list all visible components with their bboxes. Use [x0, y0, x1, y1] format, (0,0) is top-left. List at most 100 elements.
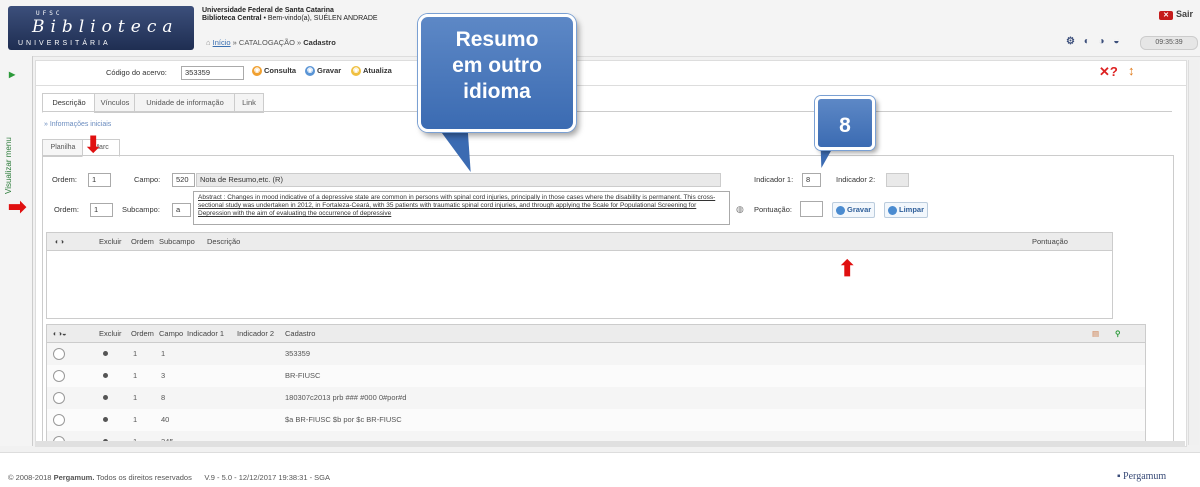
search-icon[interactable]: ⚲ [1115, 325, 1121, 342]
info-icon: ◍ [736, 204, 744, 214]
row-select-radio[interactable] [53, 370, 65, 382]
pontuacao-input[interactable] [800, 201, 823, 217]
cell-cadastro: $a BR-FIUSC $b por $c BR-FIUSC [285, 415, 402, 424]
cell-campo: 3 [161, 371, 166, 380]
header-tool-icons[interactable]: ⚙ ◐ ◑ ◒ [1066, 36, 1122, 47]
delete-row-icon[interactable] [103, 373, 108, 378]
indicador1-input[interactable]: 8 [802, 173, 821, 187]
cell-cadastro: BR-FIUSC [285, 371, 321, 380]
cell-ordem: 1 [133, 393, 138, 402]
breadcrumb-home-link[interactable]: Início [213, 38, 231, 47]
clear-icon [888, 205, 897, 215]
pontuacao-label: Pontuação: [754, 205, 792, 214]
table-row[interactable]: 1 40 $a BR-FIUSC $b por $c BR-FIUSC [47, 409, 1145, 432]
search-icon: ◉ [252, 66, 262, 77]
grid-nav-icons[interactable]: ◐◑◒ [53, 325, 67, 342]
col-indicador1: Indicador 1 [187, 329, 225, 338]
expand-arrow-icon[interactable]: ▶ [9, 70, 15, 79]
acervo-code-input[interactable]: 353359 [181, 66, 244, 80]
atualizar-button[interactable]: ◉ Atualiza [351, 66, 392, 77]
abstract-textarea[interactable]: Abstract : Changes in mood indicative of… [193, 191, 730, 225]
red-up-arrow-icon: ⬆ [838, 256, 857, 281]
export-icon[interactable]: ▤ [1092, 325, 1099, 342]
col-excluir: Excluir [99, 329, 122, 338]
footer-copyright: © 2008-2018 Pergamum. Todos os direitos … [8, 473, 330, 482]
refresh-icon: ◉ [351, 66, 361, 77]
tab-descricao[interactable]: Descrição [42, 93, 96, 113]
consulta-button[interactable]: ◉ Consulta [252, 66, 296, 77]
table-row[interactable]: 1 3 BR-FIUSC [47, 365, 1145, 388]
col-ordem: Ordem [131, 237, 154, 246]
vertical-scrollbar[interactable] [1188, 60, 1199, 445]
home-icon: ⌂ [206, 38, 211, 47]
delete-row-icon[interactable] [103, 351, 108, 356]
tab-vinculos[interactable]: Vínculos [94, 93, 136, 113]
red-right-arrow-icon: ➡ [8, 194, 27, 219]
library-name: Biblioteca Central [202, 15, 262, 22]
close-record-icon[interactable]: ✕? [1099, 64, 1118, 80]
logout-button[interactable]: ✕ Sair [1159, 9, 1193, 20]
limpar-label: Limpar [899, 205, 925, 214]
tab-link[interactable]: Link [234, 93, 264, 113]
logout-label: Sair [1176, 9, 1194, 19]
left-menu-strip: ▶ Visualizar menu [0, 56, 33, 446]
table-row[interactable]: 1 1 353359 [47, 343, 1145, 366]
subcampo-label: Subcampo: [122, 205, 160, 214]
section-toggle[interactable]: » Informações iniciais [44, 121, 111, 128]
ordem2-label: Ordem: [54, 205, 80, 214]
breadcrumb: ⌂ Início » CATALOGAÇÃO » Cadastro [206, 38, 336, 47]
limpar-button[interactable]: Limpar [884, 202, 929, 218]
indicador1-label: Indicador 1: [754, 175, 794, 184]
university-name: Universidade Federal de Santa Catarina B… [202, 7, 378, 23]
tab-unidade-informacao[interactable]: Unidade de informação [134, 93, 236, 113]
sort-updown-icon[interactable]: ↕ [1128, 63, 1135, 78]
copyright-year: © 2008-2018 [8, 473, 52, 482]
subfield-grid-header: ◐◑ Excluir Ordem Subcampo Descrição Pont… [47, 233, 1112, 251]
gravar-subfield-button[interactable]: Gravar [832, 202, 876, 218]
col-descricao: Descrição [207, 237, 241, 246]
table-row[interactable]: 1 8 180307c2013 prb ### #000 0#por#d [47, 387, 1145, 410]
pergamum-icon: ▪ [1117, 471, 1121, 482]
indicador2-input[interactable] [886, 173, 909, 187]
pergamum-logo: ▪ Pergamum [1117, 471, 1166, 482]
callout-line-2: em outro [452, 54, 542, 77]
session-clock: 09:35:39 [1140, 36, 1198, 50]
grid-nav-icons[interactable]: ◐◑ [55, 233, 64, 250]
horizontal-scrollbar[interactable] [35, 441, 1185, 447]
cell-campo: 1 [161, 349, 166, 358]
gravar-record-button[interactable]: ◉ Gravar [305, 66, 341, 77]
col-indicador2: Indicador 2 [237, 329, 275, 338]
ordem2-input[interactable]: 1 [90, 203, 113, 217]
row-select-radio[interactable] [53, 348, 65, 360]
col-ordem: Ordem [131, 329, 154, 338]
row-select-radio[interactable] [53, 392, 65, 404]
campo-description: Nota de Resumo,etc. (R) [196, 173, 721, 187]
campo-input[interactable]: 520 [172, 173, 195, 187]
cell-cadastro: 353359 [285, 349, 311, 358]
logo-bottom-text: UNIVERSITÁRIA [18, 40, 111, 47]
row-select-radio[interactable] [53, 414, 65, 426]
breadcrumb-section: CATALOGAÇÃO [238, 38, 295, 47]
delete-row-icon[interactable] [103, 417, 108, 422]
delete-row-icon[interactable] [103, 395, 108, 400]
library-logo: UFSC Biblioteca UNIVERSITÁRIA [8, 6, 194, 50]
copyright-rights: Todos os direitos reservados [96, 473, 192, 482]
cell-ordem: 1 [133, 371, 138, 380]
gravar-subfield-label: Gravar [847, 205, 872, 214]
save-icon [836, 205, 845, 215]
logo-main-text: Biblioteca [32, 17, 179, 37]
copyright-brand: Pergamum. [53, 473, 95, 482]
col-pontuacao: Pontuação [1032, 237, 1068, 246]
footer: © 2008-2018 Pergamum. Todos os direitos … [0, 452, 1200, 487]
acervo-label: Código do acervo: [106, 68, 167, 77]
ordem-input[interactable]: 1 [88, 173, 111, 187]
subcampo-input[interactable]: a [172, 203, 191, 217]
col-campo: Campo [159, 329, 184, 338]
university-title: Universidade Federal de Santa Catarina [202, 7, 334, 14]
welcome-text: • Bem-vindo(a), SUÉLEN ANDRADE [263, 15, 378, 22]
ordem-label: Ordem: [52, 175, 78, 184]
breadcrumb-current: Cadastro [303, 38, 336, 47]
main-panel: Código do acervo: 353359 ◉ Consulta ◉ Grav… [35, 60, 1187, 447]
fields-grid-header: ◐◑◒ Excluir Ordem Campo Indicador 1 Indi… [47, 325, 1145, 343]
breadcrumb-separator: » [297, 38, 302, 47]
